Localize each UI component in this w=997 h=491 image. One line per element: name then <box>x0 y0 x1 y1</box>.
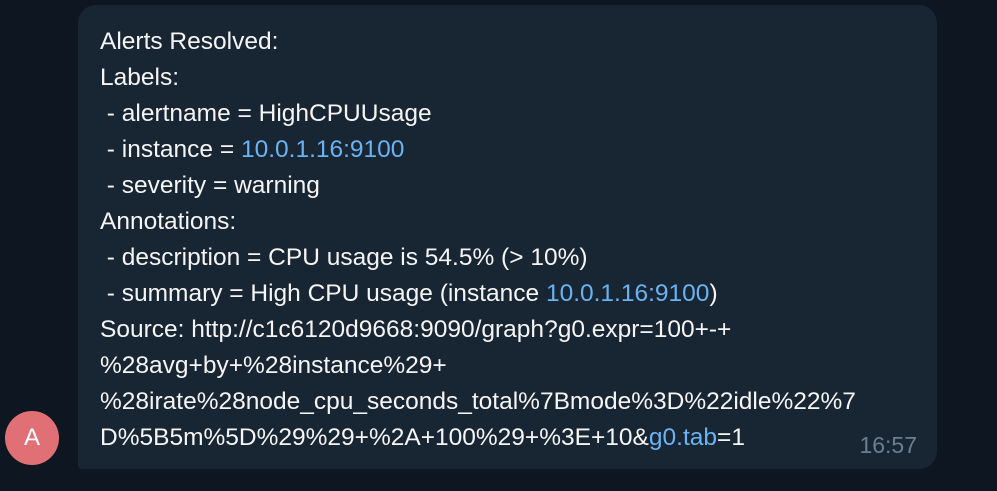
message-line: Labels: <box>100 64 180 91</box>
avatar-initial: A <box>23 424 40 451</box>
chat-area: Alerts Resolved: Labels: - alertname = H… <box>0 0 997 491</box>
message-line: Source: http://c1c6120d9668:9090/graph?g… <box>100 316 732 343</box>
message-line: %28avg+by+%28instance%29+ <box>100 352 447 379</box>
message-timestamp: 16:57 <box>859 432 917 458</box>
line-text: - summary = High CPU usage (instance <box>100 280 546 307</box>
tab-link[interactable]: g0.tab <box>649 424 717 451</box>
instance-link[interactable]: 10.0.1.16:9100 <box>241 136 405 163</box>
line-text: =1 <box>717 424 745 451</box>
message-line: - summary = High CPU usage (instance 10.… <box>100 276 915 312</box>
message-line: - severity = warning <box>100 172 320 199</box>
message-line: - description = CPU usage is 54.5% (> 10… <box>100 244 588 271</box>
message-line: - alertname = HighCPUUsage <box>100 100 432 127</box>
message-bubble[interactable]: Alerts Resolved: Labels: - alertname = H… <box>78 5 937 469</box>
line-text: ) <box>709 280 718 307</box>
instance-link[interactable]: 10.0.1.16:9100 <box>546 280 710 307</box>
avatar[interactable]: A <box>5 411 59 465</box>
line-text: - instance = <box>100 136 241 163</box>
message-line: Alerts Resolved: <box>100 28 279 55</box>
message-line: %28irate%28node_cpu_seconds_total%7Bmode… <box>100 388 856 415</box>
message-line: - instance = 10.0.1.16:9100 <box>100 132 915 168</box>
message-line: Annotations: <box>100 208 237 235</box>
message-line: D%5B5m%5D%29%29+%2A+100%29+%3E+10&g0.tab… <box>100 420 915 456</box>
line-text: D%5B5m%5D%29%29+%2A+100%29+%3E+10& <box>100 424 649 451</box>
